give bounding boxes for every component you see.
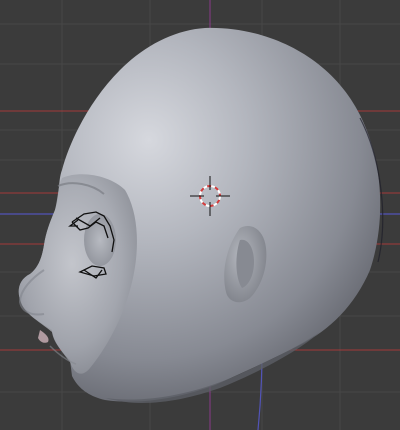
3d-viewport[interactable] xyxy=(0,0,400,430)
lips xyxy=(38,330,49,343)
viewport-canvas[interactable] xyxy=(0,0,400,430)
eye-socket xyxy=(84,214,116,266)
head-model[interactable] xyxy=(18,27,384,403)
